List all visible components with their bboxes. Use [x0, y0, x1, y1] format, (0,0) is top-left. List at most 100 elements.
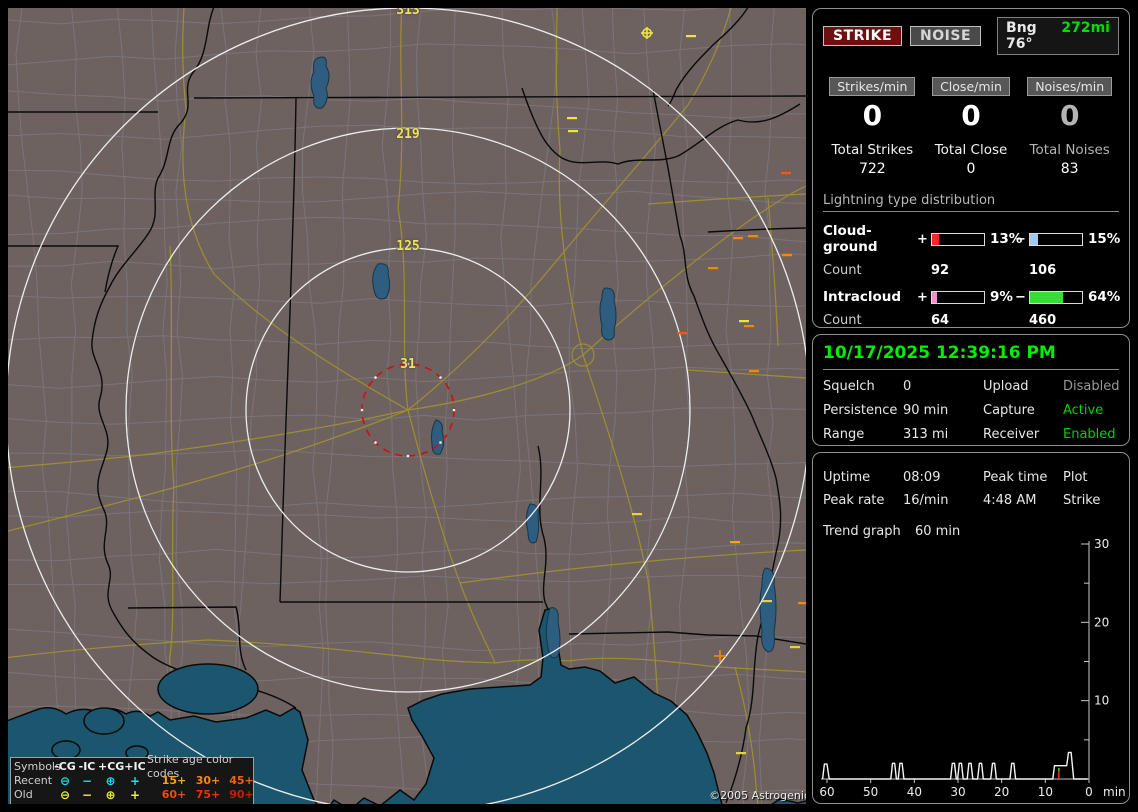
noises-per-min-value: 0	[1060, 100, 1079, 132]
legend-col-neg-ic: -IC	[76, 760, 98, 774]
svg-text:20: 20	[1094, 615, 1109, 629]
noise-mode-button[interactable]: NOISE	[910, 26, 981, 46]
status-row: Squelch 0 Upload Disabled	[823, 379, 1119, 394]
uptime-value: 08:09	[903, 469, 983, 486]
pos-ic-pct: 9%	[985, 289, 1015, 305]
count-label: Count	[823, 313, 917, 328]
plot-mode-value: Strike	[1063, 492, 1119, 509]
age-75: 75+	[191, 788, 225, 802]
legend-symbols-header: Symbols	[14, 760, 54, 774]
uptime-label: Uptime	[823, 469, 903, 486]
neg-cg-bar	[1029, 233, 1083, 246]
total-noises-label: Total Noises	[1030, 142, 1110, 158]
total-strikes-label: Total Strikes	[832, 142, 914, 158]
pos-cg-pct: 13%	[985, 231, 1015, 247]
pos-ic-old-icon: +	[123, 788, 147, 802]
cloud-ground-label: Cloud-ground	[823, 223, 917, 255]
pos-cg-bar	[931, 233, 985, 246]
map-legend: Symbols -CG -IC +CG +IC Strike age color…	[10, 757, 254, 804]
age-15: 15+	[157, 774, 191, 788]
ring-label-31: 31	[390, 357, 426, 372]
neg-cg-count: 106	[1029, 263, 1119, 278]
peak-time-label: Peak time	[983, 469, 1063, 486]
session-row: Uptime 08:09 Peak time Plot	[823, 469, 1119, 486]
svg-text:10: 10	[1038, 785, 1053, 799]
strikes-per-min-value: 0	[863, 100, 882, 132]
intracloud-label: Intracloud	[823, 289, 917, 305]
svg-text:30: 30	[950, 785, 965, 799]
close-per-min-value: 0	[961, 100, 980, 132]
bearing-readout: Bng 76° 272mi	[997, 17, 1119, 55]
svg-text:10: 10	[1094, 694, 1109, 708]
distribution-title: Lightning type distribution	[823, 193, 1119, 212]
pos-ic-bar	[931, 291, 985, 304]
noises-column: Noises/min 0 Total Noises 83	[1020, 77, 1119, 177]
count-label: Count	[823, 263, 917, 278]
neg-ic-recent-icon: −	[76, 774, 98, 788]
capture-status: Active	[1063, 403, 1119, 418]
range-value: 313 mi	[903, 427, 983, 442]
lightning-distribution: Lightning type distribution Cloud-ground…	[823, 193, 1119, 328]
peak-time-value: 4:48 AM	[983, 492, 1063, 509]
status-row: Persistence 90 min Capture Active	[823, 403, 1119, 418]
minus-sign: −	[1015, 290, 1029, 305]
svg-text:50: 50	[863, 785, 878, 799]
minus-sign: −	[1015, 232, 1029, 247]
svg-text:0: 0	[1085, 785, 1093, 799]
total-strikes-value: 722	[859, 161, 886, 177]
persistence-value: 90 min	[903, 403, 983, 418]
peak-rate-value: 16/min	[903, 492, 983, 509]
peak-rate-label: Peak rate	[823, 492, 903, 509]
age-30: 30+	[191, 774, 225, 788]
status-panel: 10/17/2025 12:39:16 PM Squelch 0 Upload …	[812, 334, 1130, 446]
ring-label-125: 125	[390, 239, 426, 254]
ring-label-219: 219	[390, 127, 426, 142]
ring-label-313: 313	[390, 8, 426, 18]
legend-col-pos-cg: +CG	[98, 760, 123, 774]
pos-cg-count: 92	[931, 263, 1015, 278]
squelch-value: 0	[903, 379, 983, 394]
neg-ic-pct: 64%	[1083, 289, 1120, 305]
bearing-label: Bng 76°	[1006, 20, 1061, 52]
age-45: 45+	[225, 774, 258, 788]
pos-ic-count: 64	[931, 313, 1015, 328]
lightning-map[interactable]: 313 219 125 31 Symbols -CG -IC +CG +IC S…	[8, 8, 806, 804]
status-row: Range 313 mi Receiver Enabled	[823, 427, 1119, 442]
squelch-label: Squelch	[823, 379, 903, 394]
strikes-column: Strikes/min 0 Total Strikes 722	[823, 77, 922, 177]
persistence-label: Persistence	[823, 403, 903, 418]
session-row: Peak rate 16/min 4:48 AM Strike	[823, 492, 1119, 509]
total-close-label: Total Close	[935, 142, 1008, 158]
capture-label: Capture	[983, 403, 1063, 418]
neg-cg-pct: 15%	[1083, 231, 1120, 247]
neg-ic-old-icon: −	[76, 788, 98, 802]
neg-cg-old-icon: ⊖	[54, 788, 76, 802]
total-noises-value: 83	[1061, 161, 1079, 177]
upload-status: Disabled	[1063, 379, 1119, 394]
trend-graph-label: Trend graph	[823, 523, 915, 540]
cloud-ground-count-row: Count 92 106	[823, 263, 1119, 278]
noises-per-min-chip: Noises/min	[1027, 77, 1112, 96]
pos-cg-recent-icon: ⊕	[98, 774, 123, 788]
neg-ic-bar	[1029, 291, 1083, 304]
strike-stats-panel: STRIKE NOISE Bng 76° 272mi Strikes/min 0…	[812, 8, 1130, 328]
strike-mode-button[interactable]: STRIKE	[823, 26, 902, 46]
svg-text:40: 40	[907, 785, 922, 799]
plus-sign: +	[917, 232, 931, 247]
upload-label: Upload	[983, 379, 1063, 394]
legend-col-pos-ic: +IC	[123, 760, 147, 774]
age-90: 90+	[225, 788, 258, 802]
bearing-distance: 272mi	[1061, 20, 1110, 52]
legend-recent-label: Recent	[14, 774, 54, 788]
trend-window-value: 60 min	[915, 523, 1119, 540]
close-column: Close/min 0 Total Close 0	[922, 77, 1021, 177]
legend-col-neg-cg: -CG	[54, 760, 76, 774]
svg-text:20: 20	[994, 785, 1009, 799]
neg-ic-count: 460	[1029, 313, 1119, 328]
plot-label: Plot	[1063, 469, 1119, 486]
plus-sign: +	[917, 290, 931, 305]
trend-graph-row: Trend graph 60 min	[823, 523, 1119, 540]
receiver-status: Enabled	[1063, 427, 1119, 442]
receiver-label: Receiver	[983, 427, 1063, 442]
datetime-display: 10/17/2025 12:39:16 PM	[823, 341, 1119, 370]
